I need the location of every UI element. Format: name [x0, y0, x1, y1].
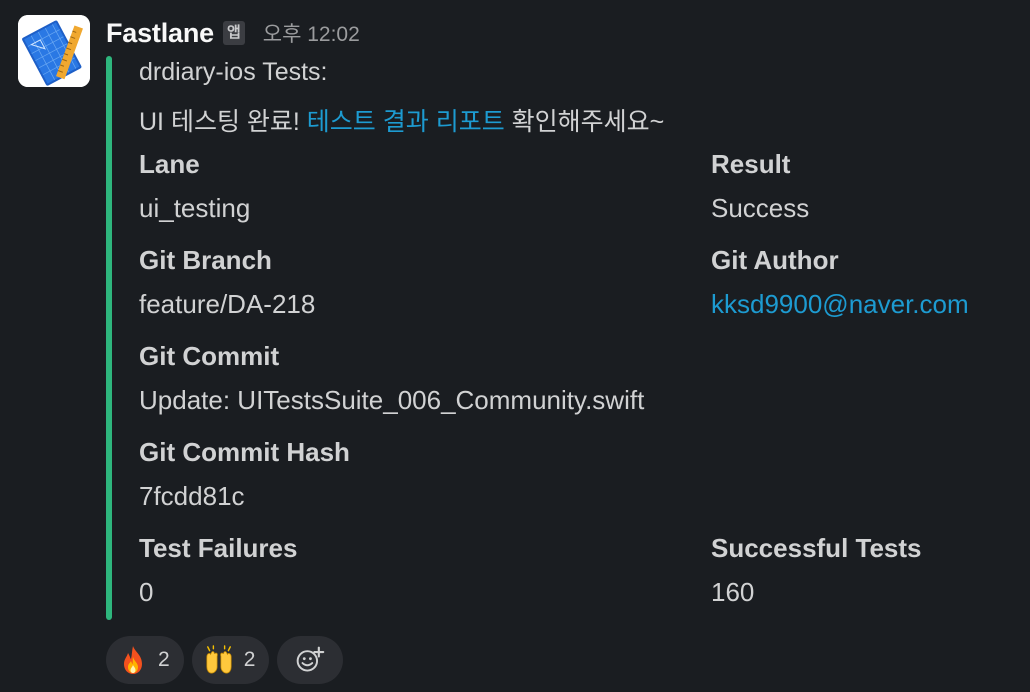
message-header: Fastlane 앱 오후 12:02 [106, 14, 360, 52]
slack-message: Fastlane 앱 오후 12:02 drdiary-ios Tests: U… [0, 0, 1030, 692]
field-title: Git Commit Hash [139, 437, 350, 467]
app-badge: 앱 [222, 21, 245, 45]
fire-emoji-icon [118, 645, 148, 675]
field-lane: Lane ui_testing [139, 143, 250, 231]
field-title: Lane [139, 149, 200, 179]
field-successful-tests: Successful Tests 160 [711, 527, 922, 615]
reaction-count: 2 [243, 648, 256, 671]
text-prefix: UI 테스팅 완료! [139, 108, 307, 136]
field-title: Git Author [711, 245, 839, 275]
field-value: 7fcdd81c [139, 481, 245, 511]
field-value: Update: UITestsSuite_006_Community.swift [139, 385, 645, 415]
message-attachment: drdiary-ios Tests: UI 테스팅 완료! 테스트 결과 리포트… [106, 56, 1006, 620]
field-title: Successful Tests [711, 533, 922, 563]
xcode-blueprint-icon [18, 15, 90, 87]
reaction-raising-hands[interactable]: 2 [191, 636, 270, 684]
field-test-failures: Test Failures 0 [139, 527, 297, 615]
field-value: ui_testing [139, 193, 251, 223]
field-title: Git Commit [139, 341, 280, 371]
field-git-commit: Git Commit Update: UITestsSuite_006_Comm… [139, 335, 644, 423]
reaction-count: 2 [158, 648, 170, 671]
field-title: Result [711, 149, 791, 179]
text-suffix: 확인해주세요~ [504, 108, 665, 136]
field-value: 0 [139, 577, 154, 607]
field-title: Git Branch [139, 245, 272, 275]
author-email-link[interactable]: kksd9900@naver.com [711, 281, 969, 327]
attachment-text-line: UI 테스팅 완료! 테스트 결과 리포트 확인해주세요~ [139, 102, 664, 138]
attachment-accent-bar [106, 56, 112, 620]
raising-hands-emoji-icon [204, 645, 234, 675]
field-git-commit-hash: Git Commit Hash 7fcdd81c [139, 431, 350, 519]
attachment-title-line: drdiary-ios Tests: [139, 58, 328, 86]
reactions-bar: 2 2 [106, 636, 344, 684]
field-value: feature/DA-218 [139, 289, 316, 319]
fastlane-avatar[interactable] [18, 15, 90, 87]
field-value: Success [711, 193, 810, 223]
sender-name[interactable]: Fastlane [106, 18, 214, 49]
field-value: 160 [711, 577, 755, 607]
message-timestamp[interactable]: 오후 12:02 [263, 18, 360, 48]
add-reaction-button[interactable] [277, 636, 344, 684]
reaction-fire[interactable]: 2 [106, 636, 184, 684]
test-report-link[interactable]: 테스트 결과 리포트 [307, 108, 505, 136]
field-git-author: Git Author kksd9900@naver.com [711, 239, 969, 327]
field-result: Result Success [711, 143, 809, 231]
add-reaction-icon [295, 645, 325, 675]
field-git-branch: Git Branch feature/DA-218 [139, 239, 315, 327]
field-title: Test Failures [139, 533, 298, 563]
